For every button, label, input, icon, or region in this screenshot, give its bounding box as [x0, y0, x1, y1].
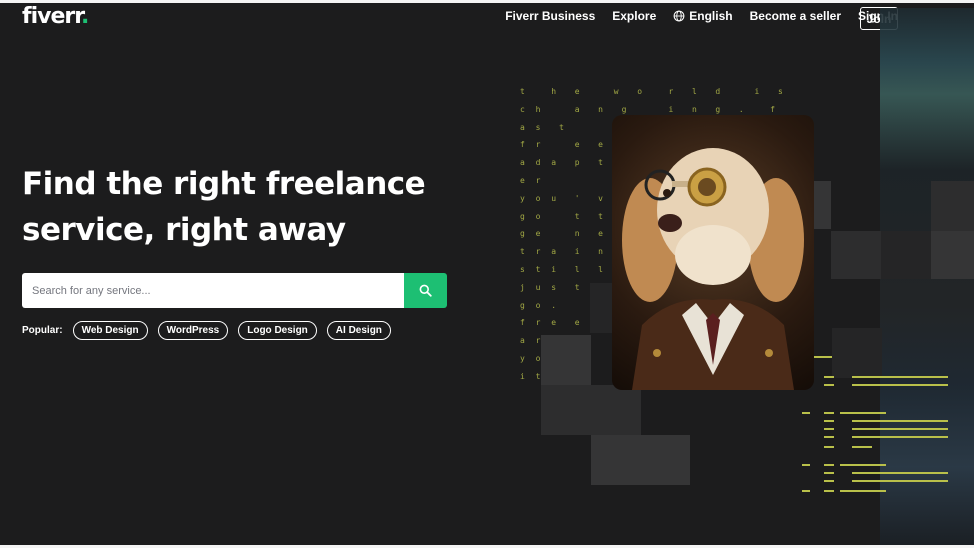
hero-title-line-1: Find the right freelance	[22, 166, 426, 202]
search-icon	[419, 284, 432, 297]
top-nav: Fiverr Business Explore English Become a…	[505, 9, 898, 23]
matrix-line: t h e w o r l d i s	[520, 87, 786, 96]
dog-illustration	[622, 148, 804, 390]
deco-tile	[541, 385, 591, 435]
deco-tile	[881, 231, 931, 279]
popular-label: Popular:	[22, 325, 63, 336]
globe-icon	[673, 10, 685, 22]
nav-language[interactable]: English	[673, 9, 733, 23]
search-bar	[22, 273, 447, 308]
nav-explore[interactable]: Explore	[612, 9, 656, 23]
logo-text: fiverr	[22, 4, 82, 29]
deco-tile	[541, 335, 591, 385]
deco-tile	[831, 231, 881, 279]
hero-illustration-dog	[612, 115, 814, 390]
popular-tags: Popular: Web Design WordPress Logo Desig…	[22, 321, 391, 340]
deco-tile	[591, 385, 641, 435]
popular-tag-web-design[interactable]: Web Design	[72, 321, 148, 340]
code-lines-decoration	[802, 356, 948, 492]
search-input[interactable]	[22, 273, 404, 308]
page-frame: fiverr. Fiverr Business Explore English …	[0, 0, 974, 548]
popular-tag-wordpress[interactable]: WordPress	[157, 321, 229, 340]
deco-tile	[931, 181, 974, 231]
logo-dot: .	[80, 4, 89, 29]
hero-title-line-2: service, right away	[22, 212, 346, 248]
nav-language-label: English	[689, 9, 733, 23]
deco-tile	[931, 231, 974, 279]
hero-title: Find the right freelance service, right …	[22, 161, 442, 253]
popular-tag-ai-design[interactable]: AI Design	[326, 321, 391, 340]
popular-tag-logo-design[interactable]: Logo Design	[238, 321, 317, 340]
nav-become-seller[interactable]: Become a seller	[750, 9, 841, 23]
search-button[interactable]	[404, 273, 447, 308]
nav-fiverr-business[interactable]: Fiverr Business	[505, 9, 595, 23]
fiverr-logo[interactable]: fiverr.	[22, 4, 89, 29]
deco-tile	[591, 435, 690, 485]
